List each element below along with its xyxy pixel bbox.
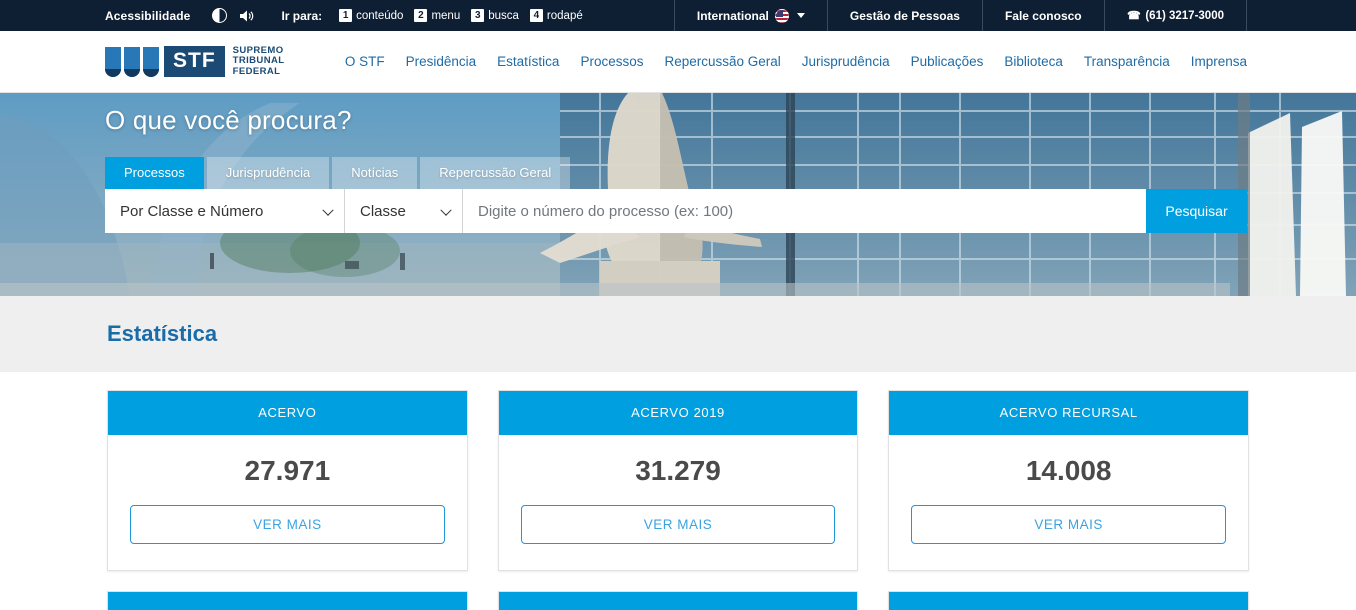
stat-card-ver-mais-button[interactable]: VER MAIS [911, 505, 1227, 544]
search-input[interactable] [463, 189, 1146, 233]
nav-item-jurisprudencia[interactable]: Jurisprudência [802, 54, 890, 69]
stat-card-title: ACERVO 2019 [498, 391, 858, 435]
link-fale-conosco[interactable]: Fale conosco [981, 0, 1104, 31]
nav-item-imprensa[interactable]: Imprensa [1191, 54, 1247, 69]
stat-card-body: 27.971 VER MAIS [108, 435, 467, 570]
hero-content: O que você procura? Processos Jurisprudê… [105, 93, 1356, 296]
statistics-section-header: Estatística [0, 296, 1356, 372]
phone-icon: ☎ [1126, 10, 1141, 22]
tab-repercussao-geral[interactable]: Repercussão Geral [420, 157, 571, 189]
stat-card-ver-mais-button[interactable]: VER MAIS [520, 505, 836, 544]
sound-icon[interactable] [239, 9, 255, 23]
search-class-select[interactable]: Classe [345, 189, 463, 233]
tab-processos[interactable]: Processos [105, 157, 204, 189]
language-selector[interactable]: International [673, 0, 827, 31]
page-title: Estatística [107, 321, 218, 346]
goto-link-conteudo[interactable]: 1 conteúdo [339, 9, 403, 22]
phone-contact[interactable]: ☎ (61) 3217-3000 [1103, 0, 1247, 31]
nav-item-o-stf[interactable]: O STF [345, 54, 385, 69]
stat-card-acervo: ACERVO 27.971 VER MAIS [107, 390, 468, 571]
stat-card-row2-1 [107, 591, 468, 610]
stat-card-row2-2 [497, 591, 859, 610]
stat-card-value: 27.971 [244, 455, 331, 486]
us-flag-icon [774, 8, 789, 23]
stat-card-acervo-recursal: ACERVO RECURSAL 14.008 VER MAIS [888, 390, 1250, 571]
main-navigation: O STF Presidência Estatística Processos … [345, 54, 1247, 69]
shortcut-key-2: 2 [414, 9, 428, 22]
shortcut-key-3: 3 [471, 9, 485, 22]
nav-item-transparencia[interactable]: Transparência [1084, 54, 1170, 69]
link-gestao-de-pessoas[interactable]: Gestão de Pessoas [826, 0, 982, 31]
stat-card-body: 14.008 VER MAIS [889, 435, 1248, 570]
goto-link-conteudo-label: conteúdo [356, 9, 404, 22]
nav-item-processos[interactable]: Processos [580, 54, 643, 69]
goto-link-busca-label: busca [488, 9, 519, 22]
goto-links: 1 conteúdo 2 menu 3 busca 4 rodapé [339, 9, 583, 22]
goto-label: Ir para: [281, 8, 323, 23]
site-header: STF SUPREMO TRIBUNAL FEDERAL O STF Presi… [0, 31, 1356, 93]
stat-card-ver-mais-button[interactable]: VER MAIS [130, 505, 445, 544]
shortcut-key-4: 4 [529, 9, 543, 22]
accessibility-topbar: Acessibilidade Ir para: 1 conteúdo 2 men… [0, 0, 1356, 31]
goto-link-menu-label: menu [431, 9, 461, 22]
search-submit-button[interactable]: Pesquisar [1146, 189, 1247, 233]
phone-number: (61) 3217-3000 [1145, 9, 1224, 22]
hero-search-banner: O que você procura? Processos Jurisprudê… [0, 93, 1356, 296]
statistics-cards-area: ACERVO 27.971 VER MAIS ACERVO 2019 31.27… [0, 372, 1356, 610]
nav-item-repercussao-geral[interactable]: Repercussão Geral [664, 54, 780, 69]
topbar-left-group: Acessibilidade Ir para: 1 conteúdo 2 men… [0, 0, 583, 31]
stat-card-value: 14.008 [1025, 455, 1112, 486]
stat-card-row2-3 [888, 591, 1250, 610]
goto-link-rodape-label: rodapé [546, 9, 583, 22]
language-label: International [696, 8, 769, 23]
goto-link-menu[interactable]: 2 menu [414, 9, 460, 22]
chevron-down-icon [796, 13, 805, 18]
logo-fullname: SUPREMO TRIBUNAL FEDERAL [232, 45, 285, 78]
logo-acronym: STF [164, 46, 225, 77]
stat-card-body: 31.279 VER MAIS [499, 435, 858, 570]
nav-item-estatistica[interactable]: Estatística [497, 54, 559, 69]
stf-logo[interactable]: STF SUPREMO TRIBUNAL FEDERAL [105, 45, 285, 78]
accessibility-label: Acessibilidade [105, 8, 191, 23]
search-form: Por Classe e Número Classe Pesquisar [105, 189, 1247, 233]
nav-item-biblioteca[interactable]: Biblioteca [1004, 54, 1063, 69]
stat-card-title: ACERVO [108, 391, 467, 435]
logo-line-3: FEDERAL [232, 65, 281, 77]
stat-card-title [498, 592, 858, 610]
stat-card-title [889, 592, 1249, 610]
statistics-cards-row-2 [0, 591, 1356, 610]
logo-columns-icon [105, 46, 159, 77]
search-type-select-wrap: Por Classe e Número [105, 189, 345, 233]
topbar-right-group: International Gestão de Pessoas Fale con… [673, 0, 1247, 31]
goto-link-rodape[interactable]: 4 rodapé [529, 9, 583, 22]
search-type-select[interactable]: Por Classe e Número [105, 189, 345, 233]
shortcut-key-1: 1 [339, 9, 353, 22]
contrast-icon[interactable] [212, 8, 228, 23]
search-class-select-wrap: Classe [345, 189, 463, 233]
accessibility-icons [212, 8, 255, 23]
nav-item-presidencia[interactable]: Presidência [406, 54, 477, 69]
stat-card-title [108, 592, 467, 610]
stat-card-value: 31.279 [635, 455, 721, 486]
stat-card-title: ACERVO RECURSAL [889, 391, 1249, 435]
hero-title: O que você procura? [105, 105, 352, 135]
goto-link-busca[interactable]: 3 busca [471, 9, 519, 22]
tab-jurisprudencia[interactable]: Jurisprudência [206, 157, 330, 189]
tab-noticias[interactable]: Notícias [332, 157, 418, 189]
hero-search-tabs: Processos Jurisprudência Notícias Reperc… [105, 157, 1356, 189]
nav-item-publicacoes[interactable]: Publicações [911, 54, 984, 69]
stat-card-acervo-2019: ACERVO 2019 31.279 VER MAIS [497, 390, 859, 571]
statistics-cards-row-1: ACERVO 27.971 VER MAIS ACERVO 2019 31.27… [0, 390, 1356, 571]
